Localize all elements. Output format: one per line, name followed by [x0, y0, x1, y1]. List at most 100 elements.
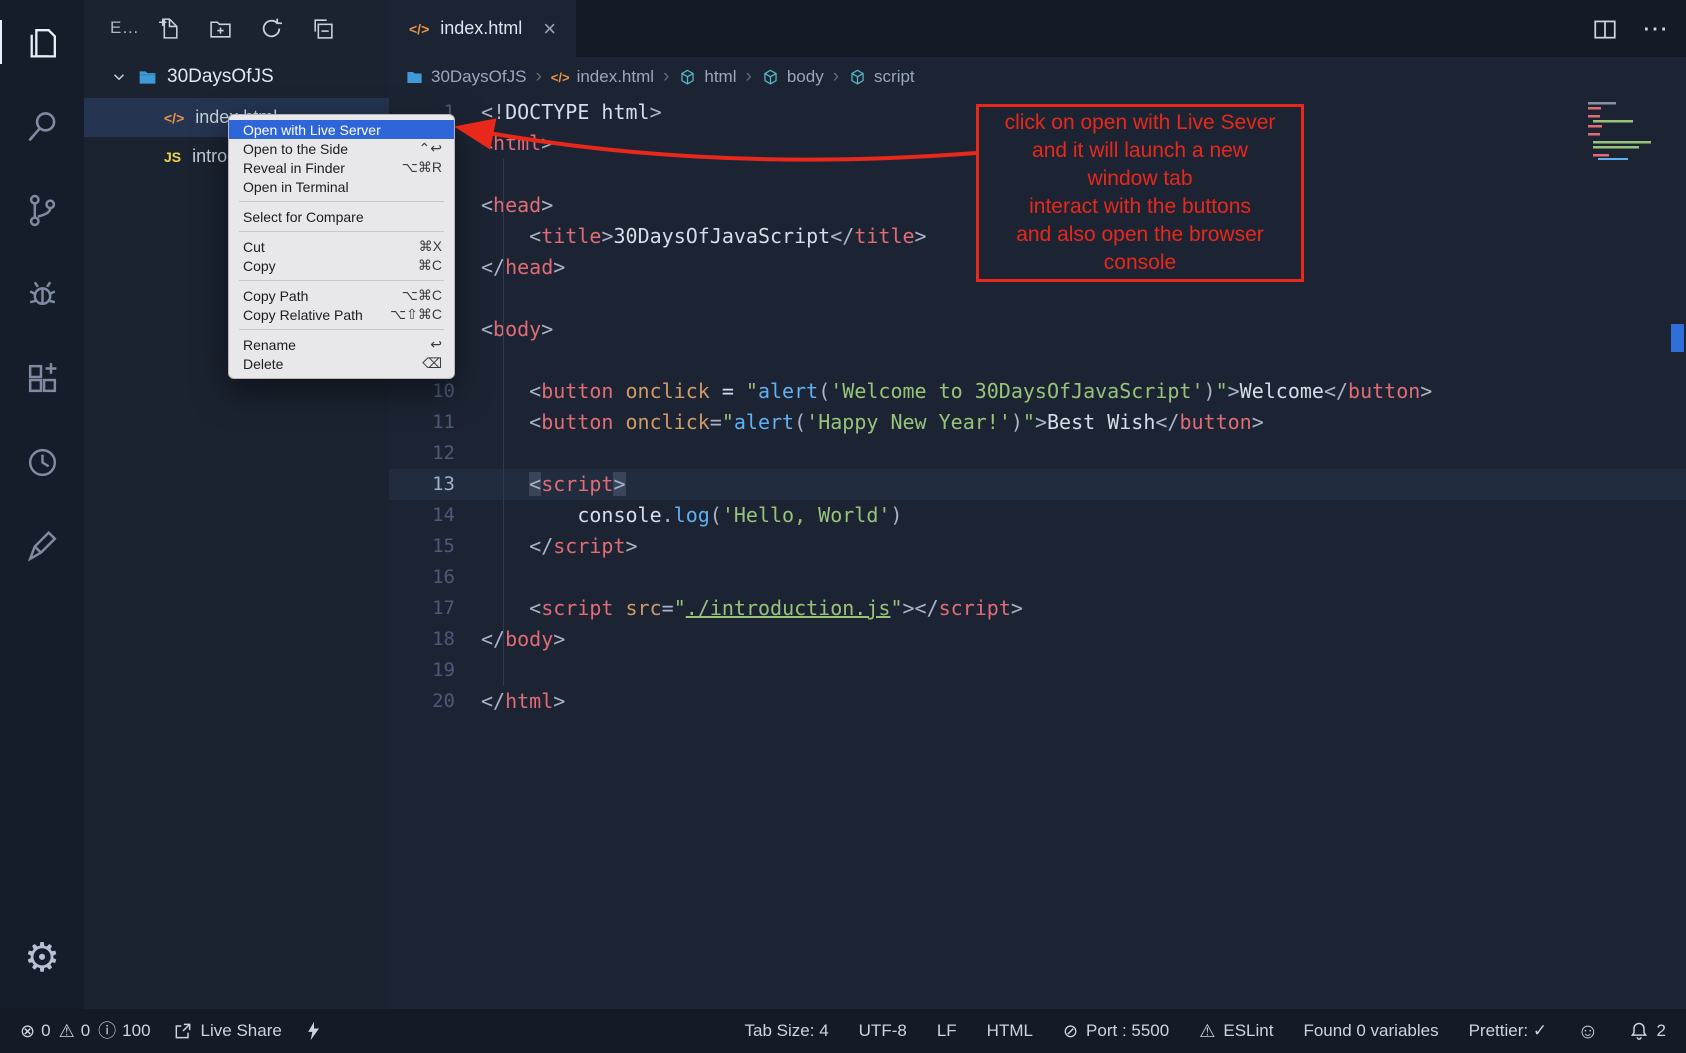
status-feedback-smiley[interactable]: ☺: [1577, 1021, 1598, 1042]
refresh-explorer-icon[interactable]: [259, 16, 284, 41]
html-file-icon: </>: [409, 21, 429, 37]
menu-item-open-to-the-side[interactable]: Open to the Side⌃↩: [229, 139, 454, 158]
breadcrumb-item-script[interactable]: script: [848, 67, 915, 87]
status-eslint[interactable]: ⚠ESLint: [1199, 1021, 1273, 1041]
status-encoding[interactable]: UTF-8: [859, 1021, 907, 1041]
blocked-circle-icon: ⊘: [1063, 1022, 1078, 1040]
tab-close-icon[interactable]: ×: [543, 16, 556, 42]
new-folder-icon[interactable]: [208, 16, 233, 41]
line-content[interactable]: </head>: [481, 252, 565, 283]
status-tab-size[interactable]: Tab Size: 4: [745, 1021, 829, 1041]
live-share-icon: [173, 1021, 193, 1041]
status-label: LF: [937, 1021, 957, 1041]
feedback-pen-icon[interactable]: [0, 504, 84, 588]
lightning-icon: [304, 1021, 324, 1041]
code-line-10: 10 <button onclick = "alert('Welcome to …: [389, 376, 1686, 407]
overview-ruler-marker[interactable]: [1671, 324, 1684, 352]
breadcrumb-item-html[interactable]: html: [678, 67, 736, 87]
code-line-20: 20</html>: [389, 686, 1686, 717]
line-content[interactable]: <head>: [481, 190, 553, 221]
status-variables[interactable]: Found 0 variables: [1303, 1021, 1438, 1041]
line-content[interactable]: </body>: [481, 624, 565, 655]
collapse-folders-icon[interactable]: [310, 16, 335, 41]
menu-item-open-in-terminal[interactable]: Open in Terminal: [229, 177, 454, 196]
menu-item-label: Delete: [243, 356, 283, 372]
line-number: 13: [389, 469, 481, 500]
breadcrumb-label: body: [787, 67, 824, 87]
status-label: Found 0 variables: [1303, 1021, 1438, 1041]
folder-row-30daysofjs[interactable]: 30DaysOfJS: [84, 56, 389, 98]
menu-item-delete[interactable]: Delete⌫: [229, 354, 454, 373]
run-debug-icon[interactable]: [0, 252, 84, 336]
annotation-line: and it will launch a new: [979, 137, 1301, 165]
history-icon[interactable]: [0, 420, 84, 504]
breadcrumb-item-body[interactable]: body: [761, 67, 824, 87]
status-live-server-port[interactable]: ⊘ Port : 5500: [1063, 1021, 1169, 1041]
annotation-line: interact with the buttons: [979, 193, 1301, 221]
status-notifications[interactable]: 2: [1629, 1021, 1666, 1041]
source-control-icon[interactable]: [0, 168, 84, 252]
status-problems[interactable]: ⊗0 ⚠0 ⓘ100: [20, 1021, 151, 1041]
menu-item-cut[interactable]: Cut⌘X: [229, 237, 454, 256]
settings-gear-icon[interactable]: ⚙: [0, 923, 84, 993]
menu-item-label: Open in Terminal: [243, 179, 349, 195]
menu-item-shortcut: ⌘X: [419, 238, 442, 255]
line-content[interactable]: <!DOCTYPE html>: [481, 97, 662, 128]
code-line-14: 14 console.log('Hello, World'): [389, 500, 1686, 531]
js-file-icon: JS: [164, 149, 181, 165]
line-number: 14: [389, 500, 481, 531]
tab-index-html[interactable]: </> index.html ×: [389, 0, 576, 57]
line-content[interactable]: console.log('Hello, World'): [481, 500, 902, 531]
menu-item-shortcut: ⌥⌘R: [402, 159, 442, 176]
line-content[interactable]: <script src="./introduction.js"></script…: [481, 593, 1023, 624]
line-content[interactable]: <title>30DaysOfJavaScript</title>: [481, 221, 927, 252]
menu-item-reveal-in-finder[interactable]: Reveal in Finder⌥⌘R: [229, 158, 454, 177]
breadcrumb-item-30daysofjs[interactable]: 30DaysOfJS: [405, 67, 526, 87]
menu-item-copy-path[interactable]: Copy Path⌥⌘C: [229, 286, 454, 305]
menu-separator: [239, 280, 444, 281]
more-actions-icon[interactable]: ⋯: [1642, 13, 1670, 44]
status-live-share[interactable]: Live Share: [173, 1021, 282, 1041]
line-number: 17: [389, 593, 481, 624]
line-content[interactable]: <button onclick = "alert('Welcome to 30D…: [481, 376, 1432, 407]
folder-name: 30DaysOfJS: [167, 66, 274, 88]
status-quick-action[interactable]: [304, 1021, 324, 1041]
line-content[interactable]: <body>: [481, 314, 553, 345]
menu-item-label: Open with Live Server: [243, 122, 381, 138]
breadcrumb-item-index-html[interactable]: </>index.html: [551, 67, 654, 87]
code-line-19: 19: [389, 655, 1686, 686]
symbol-cube-icon: [761, 68, 780, 87]
new-file-icon[interactable]: [157, 16, 182, 41]
line-content[interactable]: </script>: [481, 531, 638, 562]
breadcrumb-label: script: [874, 67, 915, 87]
status-bar: ⊗0 ⚠0 ⓘ100 Live Share Tab Size: 4 UTF-8 LF…: [0, 1009, 1686, 1053]
extensions-icon[interactable]: [0, 336, 84, 420]
live-share-label: Live Share: [201, 1021, 282, 1041]
code-line-15: 15 </script>: [389, 531, 1686, 562]
status-label: Port : 5500: [1086, 1021, 1169, 1041]
line-content[interactable]: <button onclick="alert('Happy New Year!'…: [481, 407, 1264, 438]
line-number: 19: [389, 655, 481, 686]
menu-item-select-for-compare[interactable]: Select for Compare: [229, 207, 454, 226]
annotation-line: window tab: [979, 165, 1301, 193]
explorer-icon[interactable]: [0, 0, 84, 84]
menu-item-rename[interactable]: Rename↩: [229, 335, 454, 354]
minimap[interactable]: [1586, 100, 1670, 160]
vscode-window: ⚙ E… 30DaysOfJS: [0, 0, 1686, 1053]
error-icon: ⊗: [20, 1022, 35, 1040]
status-language-mode[interactable]: HTML: [987, 1021, 1033, 1041]
split-editor-icon[interactable]: [1592, 16, 1618, 42]
status-eol[interactable]: LF: [937, 1021, 957, 1041]
search-icon[interactable]: [0, 84, 84, 168]
menu-item-copy-relative-path[interactable]: Copy Relative Path⌥⇧⌘C: [229, 305, 454, 324]
line-content[interactable]: </html>: [481, 686, 565, 717]
symbol-cube-icon: [848, 68, 867, 87]
line-content[interactable]: <html>: [481, 128, 553, 159]
menu-item-open-with-live-server[interactable]: Open with Live Server: [229, 120, 454, 139]
line-number: 12: [389, 438, 481, 469]
status-prettier[interactable]: Prettier: ✓: [1469, 1021, 1547, 1041]
menu-item-copy[interactable]: Copy⌘C: [229, 256, 454, 275]
breadcrumb-separator: ›: [661, 66, 671, 88]
annotation-line: click on open with Live Sever: [979, 109, 1301, 137]
status-label: Prettier: ✓: [1469, 1021, 1547, 1041]
